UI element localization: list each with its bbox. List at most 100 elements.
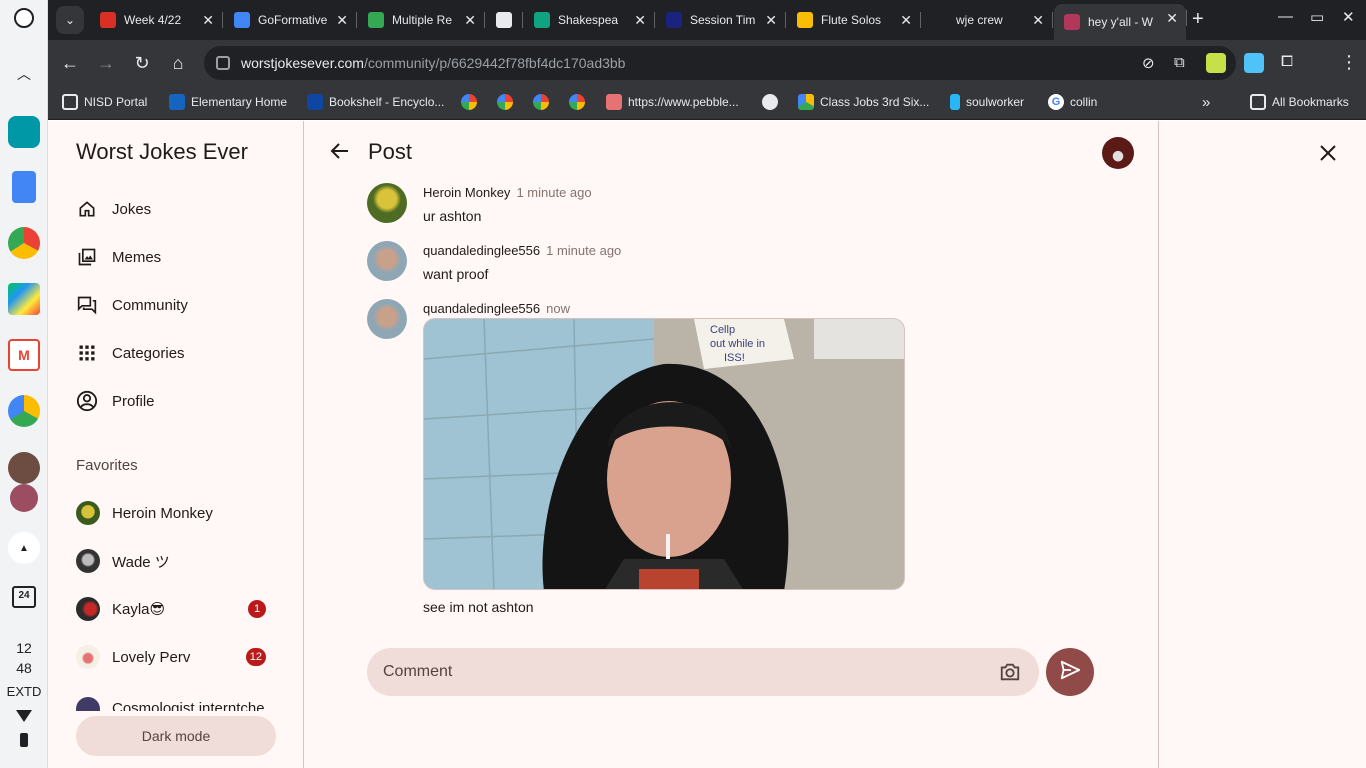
bookmark-photos-2[interactable]	[497, 92, 519, 112]
tab-close-icon[interactable]: ✕	[336, 12, 348, 28]
classroom-app-icon[interactable]	[8, 116, 40, 148]
send-button[interactable]	[1046, 648, 1094, 696]
bookmark-bookshelf[interactable]: Bookshelf - Encyclo...	[307, 92, 444, 112]
camera-icon[interactable]	[999, 661, 1021, 683]
docs-app-icon[interactable]	[12, 171, 36, 203]
play-store-icon[interactable]	[8, 283, 40, 315]
bookmark-elementary-home[interactable]: Elementary Home	[169, 92, 287, 112]
clock-minutes: 48	[16, 660, 32, 676]
bookmark-globe[interactable]	[762, 92, 784, 112]
favorite-kayla[interactable]: Kayla😎 1	[76, 597, 266, 621]
install-icon[interactable]: ⧉	[1174, 54, 1185, 71]
reload-button[interactable]: ↻	[131, 52, 153, 74]
message-author[interactable]: quandaledinglee556 now	[423, 301, 570, 316]
browser-tab[interactable]: Week 4/22 ✕	[90, 6, 223, 34]
bookmark-collin[interactable]: Gcollin	[1048, 92, 1097, 112]
avatar[interactable]	[367, 299, 407, 339]
home-button[interactable]: ⌂	[167, 52, 189, 74]
message-text: ur ashton	[423, 208, 482, 224]
gmail-app-icon[interactable]: M	[8, 339, 40, 371]
tab-close-icon[interactable]: ✕	[1166, 10, 1178, 26]
eye-off-icon[interactable]: ⊘	[1142, 54, 1155, 72]
browser-tab[interactable]: Shakespea ✕	[524, 6, 655, 34]
message-author[interactable]: Heroin Monkey 1 minute ago	[423, 185, 592, 200]
close-icon[interactable]	[1316, 141, 1340, 165]
browser-menu-icon[interactable]: ⋮	[1340, 52, 1358, 73]
message-photo[interactable]: Cellp out while in ISS!	[423, 318, 905, 590]
browser-tab[interactable]: Session Tim ✕	[656, 6, 786, 34]
chrome-app-icon[interactable]	[8, 227, 40, 259]
sidebar: Worst Jokes Ever Jokes Memes Community C…	[48, 121, 304, 768]
favorite-heroin-monkey[interactable]: Heroin Monkey	[76, 501, 266, 525]
new-tab-button[interactable]: +	[1192, 8, 1204, 31]
tab-close-icon[interactable]: ✕	[202, 12, 214, 28]
browser-tab[interactable]: GoFormative ✕	[224, 6, 357, 34]
bookmark-photos-4[interactable]	[569, 92, 591, 112]
favorite-wade[interactable]: Wade ツ	[76, 549, 266, 573]
comment-input[interactable]	[383, 660, 983, 684]
unread-badge: 1	[248, 600, 266, 618]
browser-tab[interactable]: wje crew ✕	[922, 6, 1053, 34]
url-text[interactable]: worstjokesever.com/community/p/6629442f7…	[241, 55, 625, 71]
chevron-up-icon[interactable]: ︿	[17, 64, 31, 84]
tab-close-icon[interactable]: ✕	[464, 12, 476, 28]
browser-tab[interactable]: hey y'all - W ✕	[1054, 4, 1187, 40]
avatar[interactable]	[367, 183, 407, 223]
tab-close-icon[interactable]: ✕	[634, 12, 646, 28]
back-button[interactable]: ←	[59, 52, 81, 74]
bookmarks-overflow-icon[interactable]: »	[1202, 92, 1210, 112]
bookmark-soulworker[interactable]: soulworker	[950, 92, 1024, 112]
browser-tab[interactable]: Multiple Re ✕	[358, 6, 485, 34]
tab-favicon-icon	[932, 12, 948, 28]
extension-icon-2[interactable]	[1244, 53, 1264, 73]
app-avatar-icon[interactable]	[8, 452, 40, 484]
brand-title[interactable]: Worst Jokes Ever	[76, 139, 248, 165]
nav-jokes[interactable]: Jokes	[76, 195, 151, 223]
tab-close-icon[interactable]: ✕	[1032, 12, 1044, 28]
tab-search-button[interactable]: ⌄	[56, 6, 84, 34]
address-bar[interactable]: worstjokesever.com/community/p/6629442f7…	[204, 46, 1236, 80]
message-author[interactable]: quandaledinglee556 1 minute ago	[423, 243, 621, 258]
clock[interactable]: 12 48	[0, 638, 48, 678]
extensions-puzzle-icon[interactable]: ⧠	[1281, 53, 1293, 70]
drive-app-icon[interactable]	[8, 395, 40, 427]
nav-categories[interactable]: Categories	[76, 339, 185, 367]
app-small-icon[interactable]: ▲	[8, 532, 40, 564]
app-avatar-icon-2[interactable]	[10, 484, 38, 512]
nav-community[interactable]: Community	[76, 291, 188, 319]
favorite-lovely-perv[interactable]: Lovely Perv 12	[76, 645, 266, 669]
bookmark-label: https://www.pebble...	[628, 95, 739, 109]
tab-close-icon[interactable]: ✕	[765, 12, 777, 28]
nav-profile[interactable]: Profile	[76, 387, 155, 415]
minimize-icon[interactable]: —	[1278, 8, 1293, 25]
forward-button[interactable]: →	[95, 52, 117, 74]
bookmark-photos-3[interactable]	[533, 92, 555, 112]
tab-close-icon[interactable]: ✕	[900, 12, 912, 28]
battery-icon[interactable]	[20, 733, 28, 747]
extension-icon-1[interactable]	[1206, 53, 1226, 73]
back-arrow-icon[interactable]	[328, 139, 352, 163]
browser-tab[interactable]: Flute Solos ✕	[787, 6, 921, 34]
message-text: see im not ashton	[423, 599, 534, 615]
calendar-icon[interactable]: 24	[12, 586, 36, 608]
user-avatar[interactable]	[1102, 137, 1134, 169]
bookmark-nisd-portal[interactable]: NISD Portal	[62, 92, 147, 112]
message-time: 1 minute ago	[516, 185, 592, 200]
post-panel: Post Heroin Monkey 1 minute ago ur ashton…	[304, 121, 1159, 768]
all-bookmarks-button[interactable]: All Bookmarks	[1250, 92, 1349, 112]
pinwheel-icon	[461, 94, 477, 110]
nav-memes[interactable]: Memes	[76, 243, 161, 271]
window-close-icon[interactable]: ✕	[1342, 8, 1355, 26]
browser-tab[interactable]	[486, 6, 523, 34]
restore-icon[interactable]: ▭	[1310, 8, 1324, 26]
site-info-icon[interactable]	[216, 56, 230, 70]
launcher-icon[interactable]	[14, 8, 34, 28]
avatar[interactable]	[367, 241, 407, 281]
bookmark-pebble[interactable]: https://www.pebble...	[606, 92, 739, 112]
dark-mode-button[interactable]: Dark mode	[76, 716, 276, 756]
nav-label: Community	[112, 296, 188, 314]
favorite-cosmologist[interactable]: Cosmologist interntche	[76, 697, 266, 711]
bookmark-photos-1[interactable]	[461, 92, 483, 112]
bookmark-class-jobs[interactable]: Class Jobs 3rd Six...	[798, 92, 929, 112]
wifi-icon[interactable]	[16, 710, 32, 722]
